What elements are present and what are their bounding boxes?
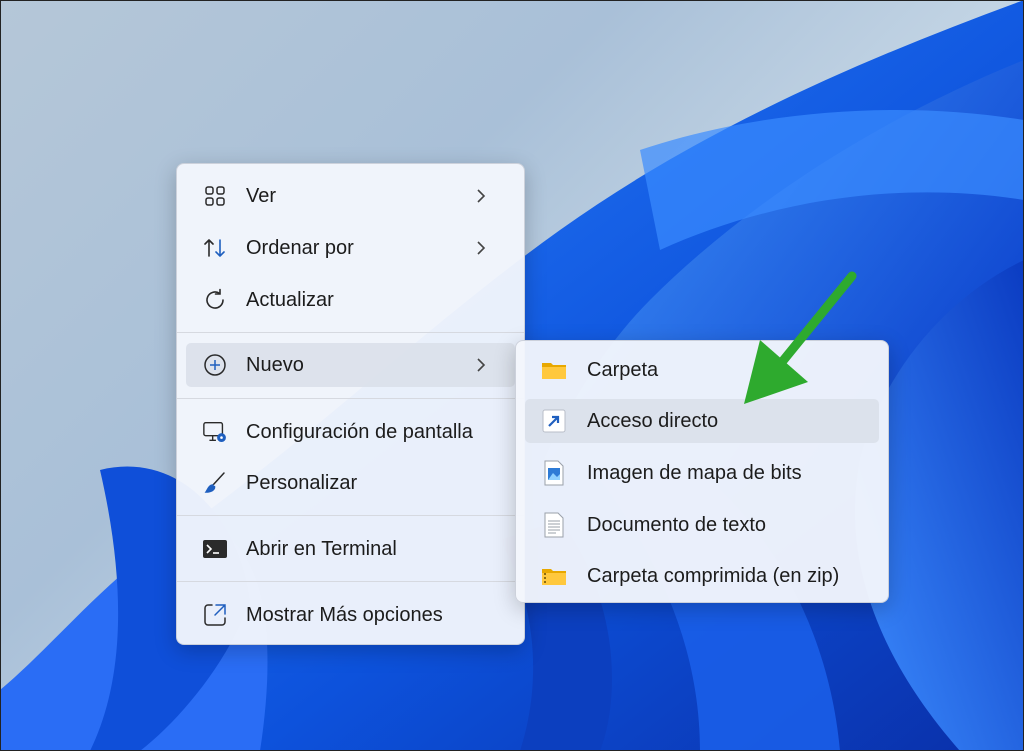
menu-item-label: Personalizar [246, 471, 358, 494]
more-options-icon [202, 602, 228, 628]
submenu-item-imagen-bits[interactable]: Imagen de mapa de bits [525, 451, 879, 495]
desktop-context-menu: Ver Ordenar por Actualizar Nuevo Configu… [176, 163, 525, 645]
menu-item-label: Nuevo [246, 353, 304, 376]
submenu-item-label: Imagen de mapa de bits [587, 461, 802, 484]
menu-item-label: Ver [246, 184, 277, 207]
folder-icon [541, 357, 567, 383]
menu-item-actualizar[interactable]: Actualizar [186, 278, 515, 322]
brush-icon [202, 470, 228, 496]
menu-item-label: Actualizar [246, 288, 334, 311]
terminal-icon [202, 536, 228, 562]
menu-item-ver[interactable]: Ver [186, 174, 515, 218]
menu-separator [177, 332, 524, 333]
zip-folder-icon [541, 563, 567, 589]
submenu-item-documento-texto[interactable]: Documento de texto [525, 503, 879, 547]
menu-item-label: Mostrar Más opciones [246, 603, 443, 626]
menu-item-configuracion-pantalla[interactable]: Configuración de pantalla [186, 410, 515, 454]
menu-separator [177, 515, 524, 516]
plus-circle-icon [202, 352, 228, 378]
chevron-right-icon [477, 358, 486, 372]
shortcut-icon [541, 408, 567, 434]
green-arrow-icon [744, 271, 857, 404]
chevron-right-icon [477, 241, 486, 255]
menu-item-label: Abrir en Terminal [246, 537, 397, 560]
menu-item-nuevo[interactable]: Nuevo [186, 343, 515, 387]
submenu-item-label: Carpeta [587, 358, 659, 381]
refresh-icon [202, 287, 228, 313]
menu-item-label: Ordenar por [246, 236, 354, 259]
text-document-icon [541, 512, 567, 538]
submenu-item-label: Documento de texto [587, 513, 766, 536]
menu-separator [177, 398, 524, 399]
display-settings-icon [202, 419, 228, 445]
menu-item-ordenar-por[interactable]: Ordenar por [186, 226, 515, 270]
chevron-right-icon [477, 189, 486, 203]
menu-item-personalizar[interactable]: Personalizar [186, 461, 515, 505]
sort-arrows-icon [202, 235, 228, 261]
submenu-item-label: Carpeta comprimida (en zip) [587, 564, 840, 587]
submenu-item-label: Acceso directo [587, 409, 719, 432]
menu-item-mostrar-mas-opciones[interactable]: Mostrar Más opciones [186, 593, 515, 637]
submenu-item-carpeta-zip[interactable]: Carpeta comprimida (en zip) [525, 554, 879, 598]
bitmap-icon [541, 460, 567, 486]
menu-item-abrir-terminal[interactable]: Abrir en Terminal [186, 527, 515, 571]
grid-view-icon [202, 183, 228, 209]
menu-item-label: Configuración de pantalla [246, 420, 473, 443]
menu-separator [177, 581, 524, 582]
